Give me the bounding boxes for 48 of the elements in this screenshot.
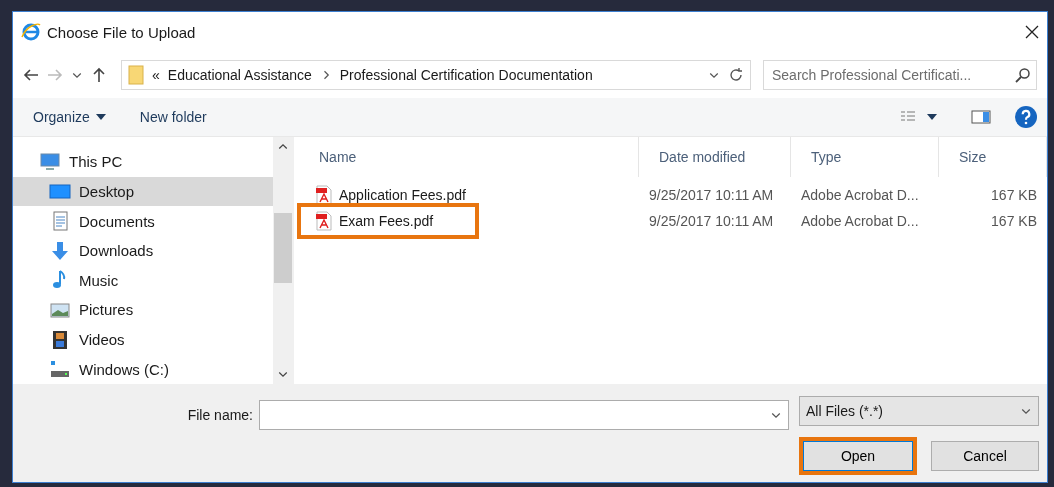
caret-icon [95, 114, 106, 120]
down-arrow-icon [49, 239, 71, 262]
close-icon[interactable] [1025, 25, 1039, 39]
type-cell-text: Adobe Acrobat D... [800, 187, 920, 203]
dialog-button[interactable]: Open [799, 437, 917, 475]
type-cell-text: Adobe Acrobat D... [800, 213, 920, 229]
address-bar[interactable]: « Educational Assistance Professional Certification Documentation [121, 60, 751, 90]
new-folder-button[interactable]: New folder [139, 109, 207, 125]
sidebar-item[interactable]: Pictures [13, 295, 273, 325]
column-header[interactable]: Type [791, 137, 939, 177]
file-name[interactable]: Exam Fees.pdf [297, 203, 479, 239]
folder-icon [128, 65, 144, 85]
dialog-button[interactable]: Cancel [931, 441, 1039, 471]
sidebar-item[interactable]: Windows (C:) [13, 354, 273, 384]
help-icon[interactable] [1015, 106, 1037, 128]
search-field[interactable]: Search Professional Certificati... [763, 60, 1037, 90]
pdf-file-icon [315, 211, 333, 231]
sidebar-item[interactable]: Downloads [13, 235, 273, 266]
file-name-field[interactable] [259, 399, 789, 430]
date-cell-text: 9/25/2017 10:11 AM [648, 213, 775, 229]
breadcrumb[interactable]: Educational Assistance [167, 67, 312, 83]
refresh-icon[interactable] [728, 67, 744, 83]
column-header[interactable]: Size [939, 137, 1047, 177]
breadcrumb[interactable]: Professional Certification Documentation [339, 67, 593, 83]
search-icon[interactable] [1015, 67, 1031, 83]
scrollbar[interactable] [273, 137, 293, 384]
size-cell-text: 167 KB [990, 213, 1038, 229]
file-name-label: File name: [187, 406, 253, 423]
file-type-dropdown[interactable]: All Files (*.*) [799, 396, 1039, 426]
sidebar-item[interactable]: Desktop [13, 176, 273, 207]
sidebar-item[interactable]: Music [13, 265, 273, 296]
size-cell-text: 167 KB [990, 187, 1038, 203]
browser-logo-icon [21, 22, 41, 42]
window-title: Choose File to Upload [47, 23, 197, 41]
up-arrow-icon[interactable] [91, 67, 107, 83]
sidebar-item[interactable]: Documents [13, 206, 273, 236]
sidebar-item[interactable]: Videos [13, 324, 273, 355]
pdf-file-icon [315, 185, 333, 205]
overflow-chevrons[interactable]: « [152, 67, 160, 83]
column-header[interactable]: Date modified [639, 137, 791, 177]
column-header[interactable]: Name [299, 137, 639, 177]
monitor-icon [39, 150, 61, 173]
caret-icon[interactable] [927, 114, 937, 120]
back-arrow-icon[interactable] [23, 67, 39, 83]
date-cell-text: 9/25/2017 10:11 AM [648, 187, 775, 203]
sidebar-item[interactable]: This PC [13, 147, 273, 177]
preview-pane-icon[interactable] [971, 109, 991, 125]
organize-menu[interactable]: Organize [33, 109, 106, 125]
